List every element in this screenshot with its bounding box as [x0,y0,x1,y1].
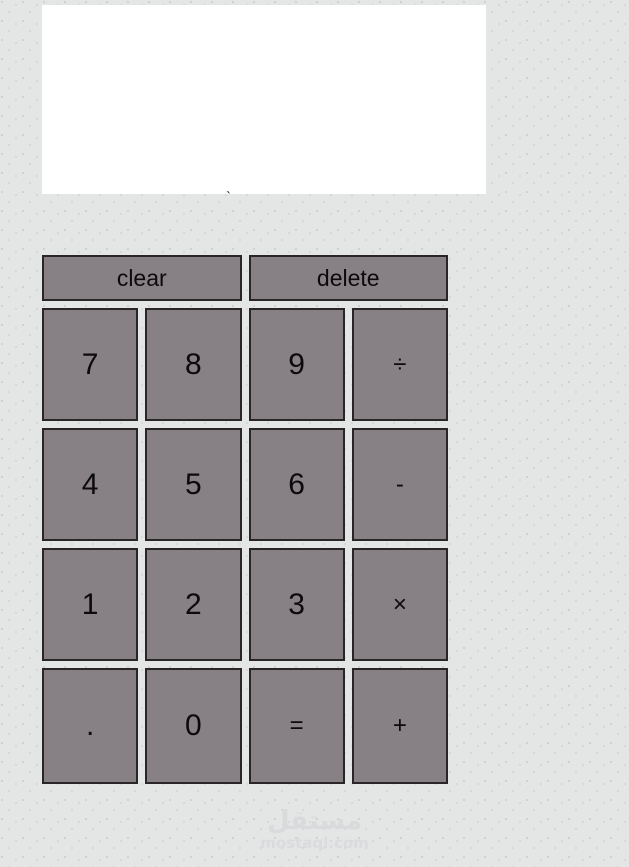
keypad-row-last: . 0 = + [42,668,448,784]
decimal-point-button[interactable]: . [42,668,139,784]
multiply-button[interactable]: × [351,548,448,661]
digit-5-button[interactable]: 5 [145,428,242,541]
digit-6-button[interactable]: 6 [248,428,345,541]
plus-button[interactable]: + [351,668,448,784]
keypad-row-789: 7 8 9 ÷ [42,308,448,421]
clear-button[interactable]: clear [42,255,242,301]
stray-backtick-glyph: ` [226,189,231,206]
calculator-keypad: clear delete 7 8 9 ÷ 4 5 6-1 2 3 ×. 0 = + [42,255,448,784]
calculator-display[interactable] [42,5,486,194]
watermark: مستقل mostaql.com [0,808,629,852]
digit-8-button[interactable]: 8 [145,308,242,421]
divide-button[interactable]: ÷ [351,308,448,421]
digit-7-button[interactable]: 7 [42,308,139,421]
digit-4-button[interactable]: 4 [42,428,139,541]
keypad-row-123: 1 2 3 × [42,548,448,661]
digit-9-button[interactable]: 9 [248,308,345,421]
equals-button[interactable]: = [248,668,345,784]
keypad-row-456: 456- [42,428,448,541]
digit-1-button[interactable]: 1 [42,548,139,661]
digit-0-button[interactable]: 0 [145,668,242,784]
keypad-row-actions: clear delete [42,255,448,301]
delete-button[interactable]: delete [248,255,448,301]
watermark-domain-text: mostaql.com [260,834,369,852]
minus-button[interactable]: - [351,428,448,541]
watermark-arabic-text: مستقل [266,806,363,836]
calculator-app: ` clear delete 7 8 9 ÷ 4 5 6-1 2 3 ×. 0 = + مستقل most… [0,0,629,867]
digit-3-button[interactable]: 3 [248,548,345,661]
digit-2-button[interactable]: 2 [145,548,242,661]
